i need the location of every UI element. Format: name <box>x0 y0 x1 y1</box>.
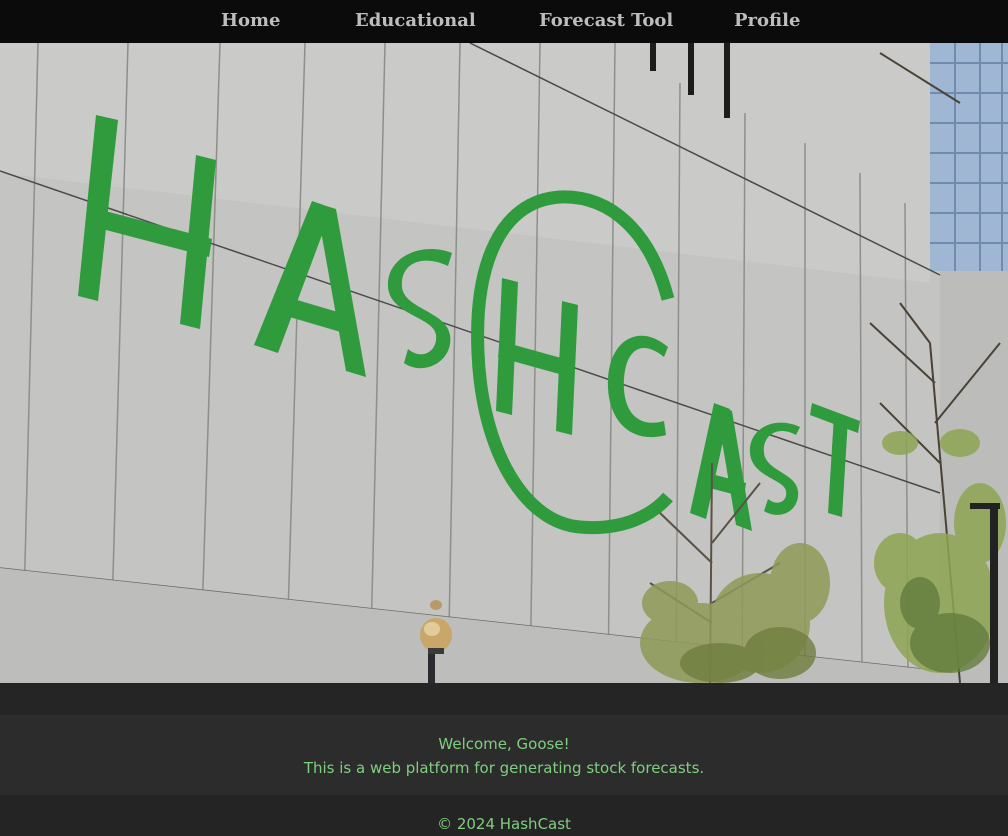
page-footer: © 2024 HashCast <box>0 795 1008 836</box>
nav-forecast-tool-link[interactable]: Forecast Tool <box>539 10 673 31</box>
section-divider <box>0 683 1008 715</box>
platform-description: This is a web platform for generating st… <box>303 759 705 777</box>
hero-banner <box>0 43 1008 683</box>
nav-home-link[interactable]: Home <box>221 10 281 31</box>
nav-profile-link[interactable]: Profile <box>734 10 800 31</box>
copyright-text: © 2024 HashCast <box>437 815 571 833</box>
nav-educational-link[interactable]: Educational <box>355 10 476 31</box>
welcome-greeting: Welcome, Goose! <box>438 735 570 753</box>
welcome-section: Welcome, Goose! This is a web platform f… <box>0 715 1008 795</box>
top-nav: Home Educational Forecast Tool Profile <box>0 0 1008 43</box>
hero-building-image <box>0 43 1008 683</box>
